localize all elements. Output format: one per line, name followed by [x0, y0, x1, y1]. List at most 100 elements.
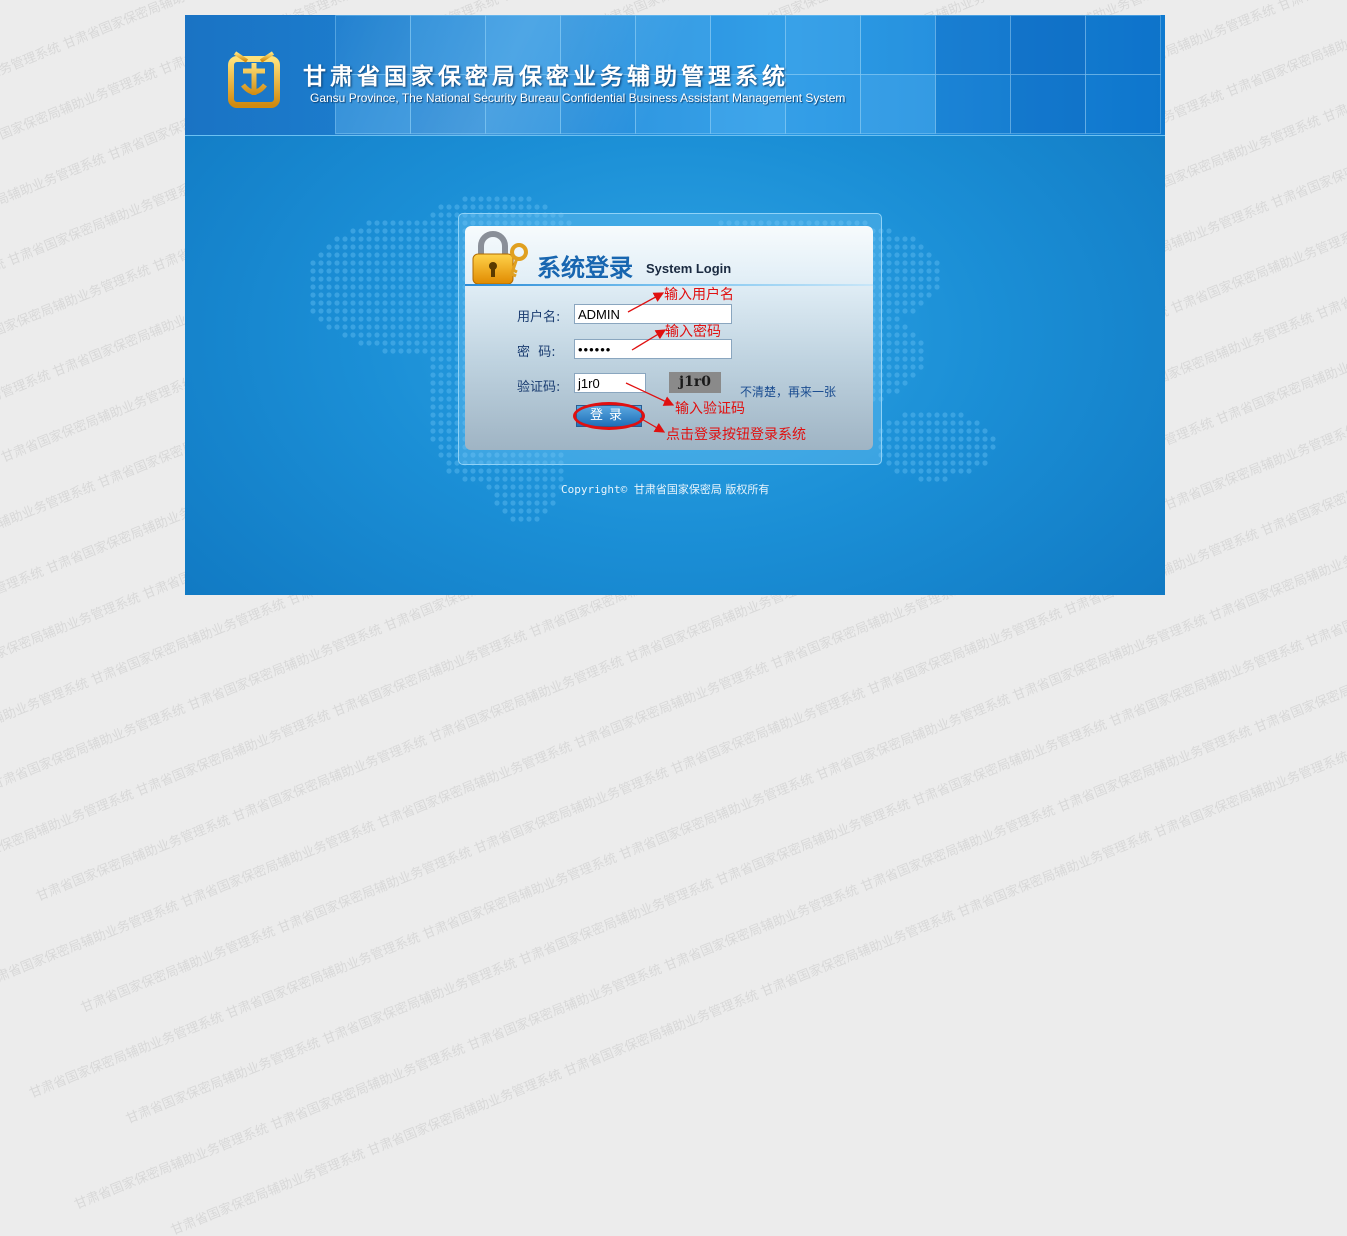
map-dot: [438, 324, 444, 330]
map-dot: [974, 428, 980, 434]
map-dot: [414, 260, 420, 266]
map-dot: [534, 508, 540, 514]
map-dot: [894, 340, 900, 346]
map-dot: [438, 428, 444, 434]
map-dot: [414, 300, 420, 306]
map-dot: [886, 444, 892, 450]
map-dot: [358, 276, 364, 282]
map-dot: [982, 444, 988, 450]
map-dot: [430, 372, 436, 378]
lock-key-icon: [471, 230, 531, 290]
map-dot: [310, 308, 316, 314]
map-dot: [950, 436, 956, 442]
login-button-highlight: [573, 402, 645, 430]
map-dot: [390, 268, 396, 274]
map-dot: [446, 204, 452, 210]
map-dot: [918, 428, 924, 434]
map-dot: [382, 228, 388, 234]
map-dot: [374, 308, 380, 314]
map-dot: [446, 404, 452, 410]
password-input[interactable]: ••••••: [574, 339, 732, 359]
refresh-captcha-link[interactable]: 不清楚，再来一张: [740, 383, 836, 400]
map-dot: [342, 292, 348, 298]
map-dot: [910, 236, 916, 242]
map-dot: [886, 356, 892, 362]
map-dot: [310, 292, 316, 298]
map-dot: [366, 276, 372, 282]
map-dot: [438, 212, 444, 218]
annotation-login: 点击登录按钮登录系统: [666, 427, 806, 443]
map-dot: [910, 356, 916, 362]
map-dot: [366, 236, 372, 242]
map-dot: [942, 444, 948, 450]
map-dot: [446, 444, 452, 450]
map-dot: [478, 204, 484, 210]
map-dot: [446, 364, 452, 370]
map-dot: [934, 260, 940, 266]
login-subtitle: System Login: [646, 261, 732, 276]
map-dot: [350, 292, 356, 298]
map-dot: [494, 476, 500, 482]
map-dot: [350, 332, 356, 338]
captcha-image[interactable]: j1r0: [669, 372, 721, 393]
map-dot: [334, 324, 340, 330]
map-dot: [934, 284, 940, 290]
map-dot: [526, 476, 532, 482]
map-dot: [326, 324, 332, 330]
username-label: 用户名:: [517, 310, 561, 325]
map-dot: [486, 468, 492, 474]
map-dot: [534, 484, 540, 490]
map-dot: [894, 428, 900, 434]
map-dot: [398, 236, 404, 242]
map-dot: [406, 308, 412, 314]
map-dot: [910, 332, 916, 338]
map-dot: [350, 276, 356, 282]
captcha-input[interactable]: j1r0: [574, 373, 646, 393]
map-dot: [334, 260, 340, 266]
map-dot: [894, 324, 900, 330]
map-dot: [318, 284, 324, 290]
map-dot: [902, 372, 908, 378]
map-dot: [918, 412, 924, 418]
map-dot: [366, 316, 372, 322]
map-dot: [494, 492, 500, 498]
map-dot: [326, 260, 332, 266]
map-dot: [894, 292, 900, 298]
map-dot: [974, 444, 980, 450]
map-dot: [446, 468, 452, 474]
map-dot: [430, 260, 436, 266]
map-dot: [910, 428, 916, 434]
map-dot: [950, 412, 956, 418]
map-dot: [990, 444, 996, 450]
map-dot: [886, 340, 892, 346]
map-dot: [510, 476, 516, 482]
map-dot: [918, 340, 924, 346]
map-dot: [518, 508, 524, 514]
map-dot: [438, 316, 444, 322]
map-dot: [438, 356, 444, 362]
map-dot: [342, 324, 348, 330]
map-dot: [358, 324, 364, 330]
map-dot: [382, 324, 388, 330]
map-dot: [398, 244, 404, 250]
map-dot: [334, 308, 340, 314]
map-dot: [446, 452, 452, 458]
map-dot: [542, 492, 548, 498]
map-dot: [446, 268, 452, 274]
map-dot: [334, 316, 340, 322]
map-dot: [406, 316, 412, 322]
map-dot: [910, 412, 916, 418]
map-dot: [918, 284, 924, 290]
map-dot: [438, 292, 444, 298]
map-dot: [438, 388, 444, 394]
map-dot: [446, 380, 452, 386]
map-dot: [374, 236, 380, 242]
map-dot: [318, 308, 324, 314]
map-dot: [894, 276, 900, 282]
map-dot: [358, 308, 364, 314]
map-dot: [430, 332, 436, 338]
banner-tile: [935, 74, 1011, 134]
map-dot: [886, 460, 892, 466]
map-dot: [430, 220, 436, 226]
map-dot: [526, 196, 532, 202]
